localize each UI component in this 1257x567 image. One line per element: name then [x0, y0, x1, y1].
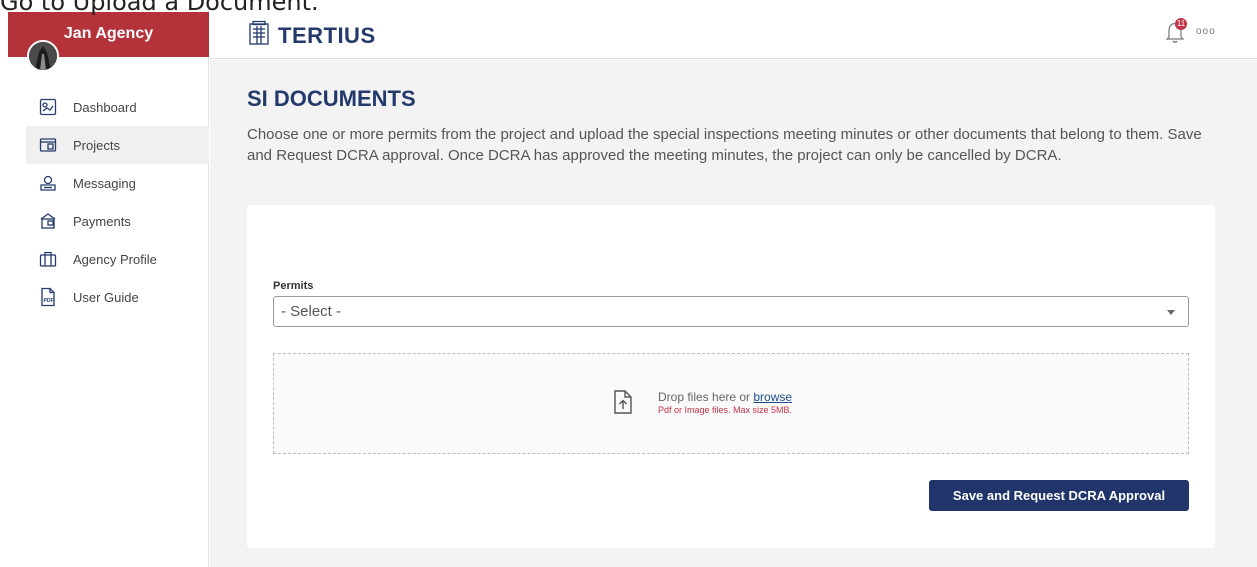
upload-card: Permits - Select - Drop files here or br…	[247, 205, 1215, 548]
notification-badge: 11	[1175, 18, 1187, 30]
avatar[interactable]	[27, 40, 59, 72]
dropzone-instruction: Drop files here or browse	[658, 390, 792, 404]
top-header: TERTIUS 11 ooo	[210, 12, 1257, 59]
sidebar-item-label: Projects	[73, 137, 120, 153]
main-content: SI DOCUMENTS Choose one or more permits …	[210, 60, 1257, 567]
sidebar-item-messaging[interactable]: Messaging	[26, 164, 209, 202]
caret-down-icon	[1167, 310, 1175, 315]
tertius-logo-icon	[248, 20, 270, 51]
sidebar-item-agency-profile[interactable]: Agency Profile	[26, 240, 209, 278]
dropzone-hint: Pdf or Image files. Max size 5MB.	[658, 404, 793, 415]
payments-icon	[38, 211, 58, 231]
file-dropzone[interactable]: Drop files here or browse Pdf or Image f…	[273, 353, 1189, 454]
pdf-icon: PDF	[38, 287, 58, 307]
sidebar: Jan Agency Dashboard Projects Messaging …	[0, 0, 209, 567]
more-icon[interactable]: ooo	[1196, 26, 1216, 37]
dropzone-label: Drop files here or	[658, 389, 754, 404]
page-description: Choose one or more permits from the proj…	[247, 126, 1202, 164]
permits-label: Permits	[273, 280, 314, 292]
briefcase-icon	[38, 249, 58, 269]
page-title: SI DOCUMENTS	[247, 86, 416, 111]
instruction-text: Go to Upload a Document.	[0, 0, 319, 16]
browse-link[interactable]: browse	[753, 390, 792, 404]
permits-select-value: - Select -	[281, 303, 342, 320]
projects-icon	[38, 135, 58, 155]
sidebar-item-label: Agency Profile	[73, 251, 157, 267]
app-name: TERTIUS	[278, 22, 376, 48]
sidebar-item-label: User Guide	[73, 289, 139, 305]
sidebar-nav: Dashboard Projects Messaging Payments Ag…	[26, 88, 209, 316]
messaging-icon	[38, 173, 58, 193]
dropzone-text: Drop files here or browse Pdf or Image f…	[658, 390, 792, 415]
save-request-approval-button[interactable]: Save and Request DCRA Approval	[929, 480, 1189, 511]
app-logo[interactable]: TERTIUS	[248, 20, 376, 51]
sidebar-item-dashboard[interactable]: Dashboard	[26, 88, 209, 126]
sidebar-item-user-guide[interactable]: PDF User Guide	[26, 278, 209, 316]
sidebar-item-payments[interactable]: Payments	[26, 202, 209, 240]
dashboard-icon	[38, 97, 58, 117]
sidebar-item-label: Messaging	[73, 175, 136, 191]
sidebar-item-projects[interactable]: Projects	[26, 126, 209, 164]
svg-text:PDF: PDF	[44, 298, 54, 304]
file-upload-icon	[612, 389, 634, 415]
dropzone-content: Drop files here or browse Pdf or Image f…	[612, 389, 792, 415]
sidebar-item-label: Dashboard	[73, 99, 137, 115]
permits-select[interactable]: - Select -	[273, 296, 1189, 327]
sidebar-item-label: Payments	[73, 213, 131, 229]
